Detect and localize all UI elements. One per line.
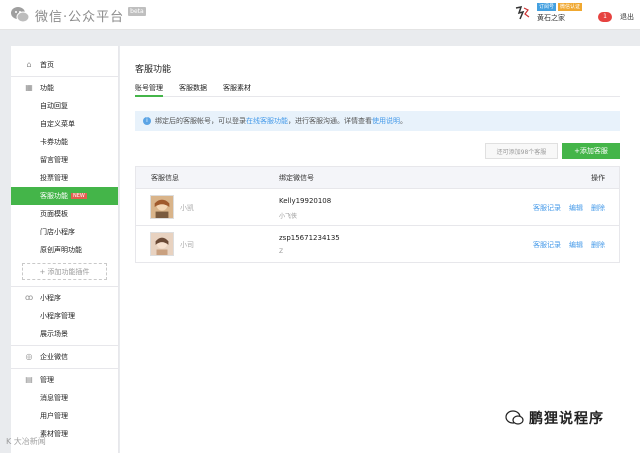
service-records-link[interactable]: 客服记录 <box>533 240 561 250</box>
tab-account-management[interactable]: 账号管理 <box>135 82 163 97</box>
sidebar-section-function: ▦ 功能 <box>11 79 118 97</box>
chat-bubble-icon: ◎ <box>25 352 33 361</box>
sidebar-item-cards[interactable]: 卡券功能 <box>11 133 118 151</box>
sidebar-divider <box>11 345 118 346</box>
sidebar-item-store-miniprogram[interactable]: 门店小程序 <box>11 223 118 241</box>
sidebar-item-users[interactable]: 用户管理 <box>11 407 118 425</box>
watermark-right-text: 鹏狸说程序 <box>529 411 604 427</box>
agent-avatar <box>150 195 174 219</box>
remaining-quota-button[interactable]: 还可添加98个客服 <box>485 143 558 159</box>
agent-name: 小司 <box>180 241 194 249</box>
sidebar-enterprise-label: 企业微信 <box>40 353 68 361</box>
delete-link[interactable]: 删除 <box>591 240 605 250</box>
sidebar-item-original-declaration[interactable]: 原创声明功能 <box>11 241 118 259</box>
sidebar-item-messages[interactable]: 消息管理 <box>11 389 118 407</box>
tip-text-before: 绑定后的客服帐号，可以登录 <box>155 117 246 125</box>
account-avatar[interactable] <box>512 4 531 22</box>
info-tip: i 绑定后的客服帐号，可以登录 在线客服功能 ，进行客服沟通。详情查看 使用说明… <box>135 111 620 131</box>
sidebar-item-comments[interactable]: 留言管理 <box>11 151 118 169</box>
user-area: 订阅号 微信认证 黄石之家 1 退出 <box>512 3 634 23</box>
account-badges: 订阅号 微信认证 <box>536 3 582 11</box>
miniprogram-icon: ꝏ <box>25 293 34 302</box>
watermark-left: K 大冶新闻 <box>6 437 46 446</box>
subscription-badge: 订阅号 <box>536 3 556 11</box>
add-plugin-button[interactable]: + 添加功能插件 <box>22 263 107 280</box>
edit-link[interactable]: 编辑 <box>569 203 583 213</box>
sidebar-item-votes[interactable]: 投票管理 <box>11 169 118 187</box>
info-icon: i <box>143 117 151 125</box>
logo-text: 微信·公众平台 <box>35 9 125 25</box>
folder-icon: ▤ <box>25 375 33 384</box>
sidebar-miniprogram-label: 小程序 <box>40 294 61 302</box>
agent-avatar <box>150 232 174 256</box>
service-records-link[interactable]: 客服记录 <box>533 203 561 213</box>
new-badge: NEW <box>71 193 87 199</box>
sidebar-manage-label: 管理 <box>40 376 54 384</box>
sidebar-divider <box>11 286 118 287</box>
sidebar-home-label: 首页 <box>40 61 54 69</box>
agent-nickname: 小飞侠 <box>279 213 298 220</box>
sidebar-item-customer-service-label: 客服功能 <box>40 192 68 200</box>
column-header-wechat: 绑定微信号 <box>279 173 314 182</box>
sidebar-divider <box>11 76 118 77</box>
sidebar-item-home[interactable]: ⌂ 首页 <box>11 56 118 74</box>
sidebar: ⌂ 首页 ▦ 功能 自动回复 自定义菜单 卡券功能 留言管理 投票管理 客服功能… <box>11 46 119 453</box>
sidebar-item-miniprogram-manage[interactable]: 小程序管理 <box>11 307 118 325</box>
row-actions: 客服记录 编辑 删除 <box>533 240 605 250</box>
table-row: 小凯 Kelly19920108 小飞侠 客服记录 编辑 删除 <box>136 188 619 225</box>
notification-count-badge[interactable]: 1 <box>598 12 612 22</box>
sidebar-item-page-templates[interactable]: 页面模板 <box>11 205 118 223</box>
agents-table: 客服信息 绑定微信号 操作 小凯 Kelly19920108 小飞侠 客服记录 … <box>135 166 620 263</box>
beta-badge: beta <box>128 6 146 16</box>
tip-text-middle: ，进行客服沟通。详情查看 <box>288 117 372 125</box>
delete-link[interactable]: 删除 <box>591 203 605 213</box>
sidebar-item-enterprise-wechat[interactable]: ◎ 企业微信 <box>11 348 118 366</box>
watermark-wechat-icon <box>505 410 524 425</box>
tip-text-after: 。 <box>400 117 407 125</box>
sidebar-section-manage: ▤ 管理 <box>11 371 118 389</box>
row-actions: 客服记录 编辑 删除 <box>533 203 605 213</box>
sidebar-divider <box>11 368 118 369</box>
sidebar-section-miniprogram: ꝏ 小程序 <box>11 289 118 307</box>
tab-service-data[interactable]: 客服数据 <box>179 82 207 97</box>
agent-wechat-id: zsp15671234135 <box>279 234 340 242</box>
verified-badge: 微信认证 <box>557 3 582 11</box>
online-service-link[interactable]: 在线客服功能 <box>246 116 288 126</box>
logout-link[interactable]: 退出 <box>620 12 634 22</box>
column-header-info: 客服信息 <box>151 173 179 182</box>
agent-wechat-id: Kelly19920108 <box>279 197 332 205</box>
sidebar-item-auto-reply[interactable]: 自动回复 <box>11 97 118 115</box>
account-name[interactable]: 黄石之家 <box>537 13 582 23</box>
wechat-logo-icon <box>11 7 30 23</box>
tab-service-materials[interactable]: 客服素材 <box>223 82 251 97</box>
agent-nickname: Z <box>279 248 284 255</box>
sidebar-item-customer-service[interactable]: 客服功能 NEW <box>11 187 118 205</box>
logo[interactable]: 微信·公众平台 beta <box>10 5 146 25</box>
page-title: 客服功能 <box>135 65 172 75</box>
grid-icon: ▦ <box>25 83 33 92</box>
watermark-right: 鹏狸说程序 <box>505 408 604 428</box>
sidebar-function-label: 功能 <box>40 84 54 92</box>
table-header: 客服信息 绑定微信号 操作 <box>136 167 619 188</box>
agent-name: 小凯 <box>180 204 194 212</box>
main-panel: 客服功能 账号管理 客服数据 客服素材 i 绑定后的客服帐号，可以登录 在线客服… <box>120 46 640 453</box>
tab-bar: 账号管理 客服数据 客服素材 <box>135 82 620 97</box>
table-row: 小司 zsp15671234135 Z 客服记录 编辑 删除 <box>136 225 619 262</box>
edit-link[interactable]: 编辑 <box>569 240 583 250</box>
sidebar-item-custom-menu[interactable]: 自定义菜单 <box>11 115 118 133</box>
user-info: 订阅号 微信认证 黄石之家 <box>536 3 582 23</box>
sidebar-item-display-scenes[interactable]: 展示场景 <box>11 325 118 343</box>
usage-guide-link[interactable]: 使用说明 <box>372 116 400 126</box>
home-icon: ⌂ <box>26 60 32 69</box>
add-agent-button[interactable]: +添加客服 <box>562 143 620 159</box>
column-header-ops: 操作 <box>591 173 605 182</box>
top-bar: 微信·公众平台 beta 订阅号 微信认证 黄石之家 1 退出 <box>0 0 640 30</box>
